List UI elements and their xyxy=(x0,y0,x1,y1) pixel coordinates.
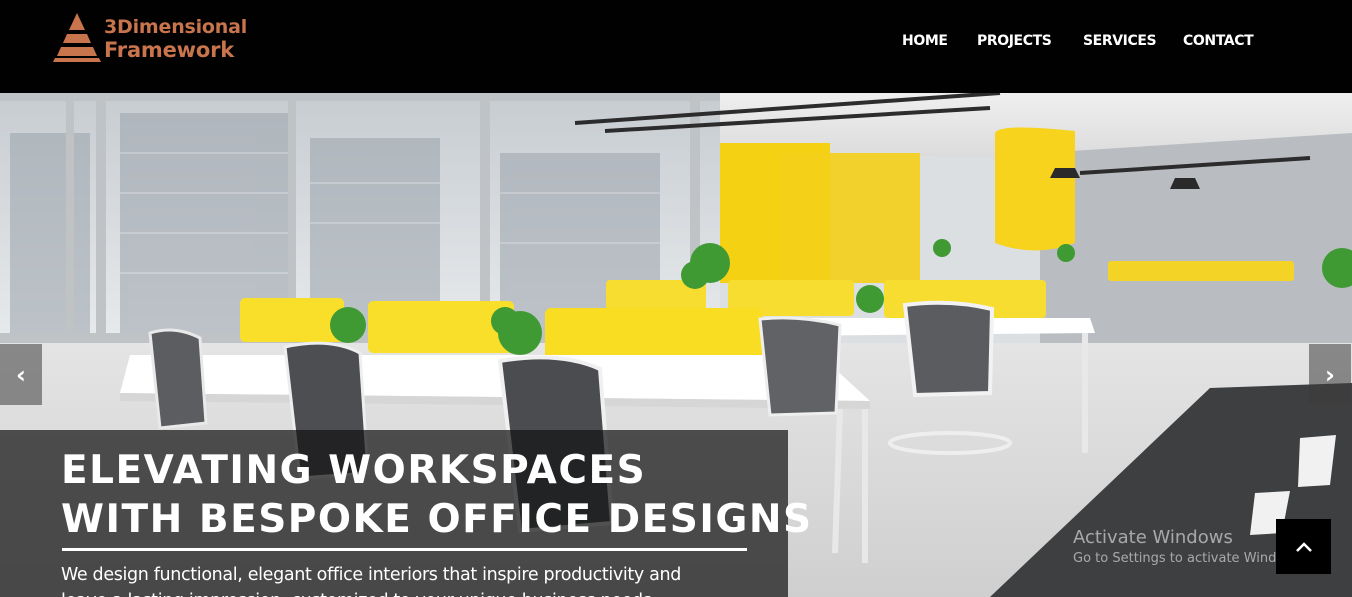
chevron-right-icon: › xyxy=(1325,360,1335,389)
brand-name-line1: 3Dimensional xyxy=(104,16,248,38)
brand-logo[interactable]: 3Dimensional Framework xyxy=(50,12,250,66)
hero-headline-line2: WITH BESPOKE OFFICE DESIGNS xyxy=(61,497,813,542)
slider-next-button[interactable]: › xyxy=(1309,344,1351,405)
watermark-subtitle: Go to Settings to activate Windows. xyxy=(1073,551,1306,566)
hero-slider: ‹ › ELEVATING WORKSPACES WITH BESPOKE OF… xyxy=(0,93,1352,597)
hero-headline-line1: ELEVATING WORKSPACES xyxy=(61,448,647,493)
nav-contact[interactable]: CONTACT xyxy=(1183,33,1254,49)
back-to-top-button[interactable] xyxy=(1276,519,1331,574)
nav-home[interactable]: HOME xyxy=(902,33,948,49)
brand-name-line2: Framework xyxy=(104,38,235,62)
chevron-left-icon: ‹ xyxy=(16,360,26,389)
hero-tagline: We design functional, elegant office int… xyxy=(61,562,781,597)
site-header: 3Dimensional Framework HOME PROJECTS SER… xyxy=(0,0,1352,93)
hero-tagline-line2: leave a lasting impression, customized t… xyxy=(61,588,781,597)
brand-name: 3Dimensional Framework xyxy=(104,16,247,62)
activate-windows-watermark: Activate Windows Go to Settings to activ… xyxy=(1073,526,1306,568)
pyramid-logo-icon xyxy=(53,13,101,62)
nav-projects[interactable]: PROJECTS xyxy=(977,33,1052,49)
slider-prev-button[interactable]: ‹ xyxy=(0,344,42,405)
hero-headline: ELEVATING WORKSPACES WITH BESPOKE OFFICE… xyxy=(61,446,813,544)
chevron-up-icon xyxy=(1295,541,1312,552)
hero-tagline-line1: We design functional, elegant office int… xyxy=(61,565,682,585)
watermark-title: Activate Windows xyxy=(1073,527,1233,548)
nav-services[interactable]: SERVICES xyxy=(1083,33,1157,49)
headline-divider xyxy=(62,548,747,551)
